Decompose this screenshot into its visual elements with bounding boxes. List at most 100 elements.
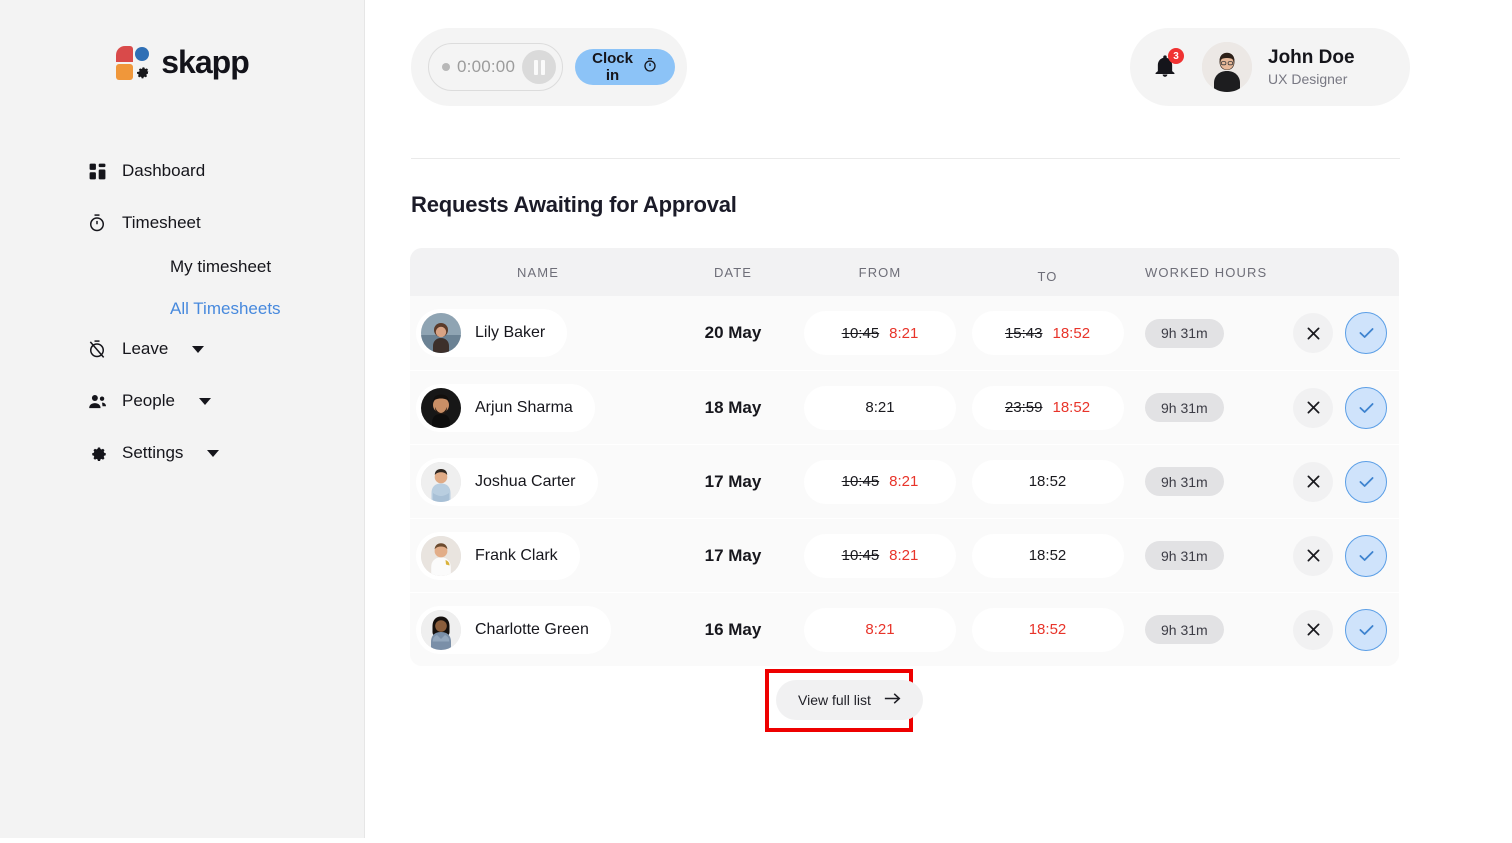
- time-edited: 8:21: [865, 621, 894, 638]
- sidebar-item-dashboard[interactable]: Dashboard: [0, 150, 365, 192]
- name-cell: Lily Baker: [410, 309, 666, 357]
- time-edited: 18:52: [1053, 325, 1091, 342]
- employee-pill[interactable]: Joshua Carter: [416, 458, 598, 506]
- time-original: 15:43: [1005, 325, 1043, 342]
- avatar: [421, 536, 461, 576]
- notification-badge: 3: [1168, 48, 1184, 64]
- stopwatch-icon: [86, 212, 108, 234]
- gear-icon: [86, 442, 108, 464]
- actions-cell: [1281, 535, 1399, 577]
- to-cell: 15:43 18:52: [960, 311, 1135, 355]
- from-time-pill[interactable]: 10:458:21: [804, 460, 956, 504]
- avatar: [421, 388, 461, 428]
- timer-off-icon: [86, 338, 108, 360]
- from-cell: 10:458:21: [800, 534, 960, 578]
- approve-button[interactable]: [1345, 387, 1387, 429]
- table-row[interactable]: Lily Baker 20 May 10:458:21 15:43 18:52 9…: [410, 296, 1399, 370]
- sidebar-item-my-timesheet[interactable]: My timesheet: [0, 248, 365, 286]
- reject-button[interactable]: [1293, 610, 1333, 650]
- request-date: 18 May: [705, 398, 762, 418]
- approve-button[interactable]: [1345, 535, 1387, 577]
- request-date: 20 May: [705, 323, 762, 343]
- to-time-pill[interactable]: 23:59 18:52: [972, 386, 1124, 430]
- view-full-list-button[interactable]: View full list: [776, 680, 923, 720]
- reject-button[interactable]: [1293, 536, 1333, 576]
- sidebar-item-all-timesheets[interactable]: All Timesheets: [0, 290, 365, 328]
- brand-logo[interactable]: skapp: [0, 44, 365, 81]
- from-time-pill[interactable]: 10:458:21: [804, 311, 956, 355]
- brand-name: skapp: [161, 44, 248, 81]
- employee-pill[interactable]: Arjun Sharma: [416, 384, 595, 432]
- worked-hours-cell: 9h 31m: [1135, 541, 1281, 570]
- to-cell: 18:52: [960, 608, 1135, 652]
- table-header-row: NAME DATE FROM TO WORKED HOURS: [410, 248, 1399, 296]
- request-date: 17 May: [705, 472, 762, 492]
- chevron-down-icon[interactable]: [199, 398, 211, 405]
- avatar[interactable]: [1202, 42, 1252, 92]
- actions-cell: [1281, 461, 1399, 503]
- top-bar: 0:00:00 Clock in 3: [411, 28, 1410, 106]
- to-time-pill[interactable]: 18:52: [972, 534, 1124, 578]
- actions-cell: [1281, 387, 1399, 429]
- from-time-pill[interactable]: 10:458:21: [804, 534, 956, 578]
- to-cell: 18:52: [960, 460, 1135, 504]
- main-content: 0:00:00 Clock in 3: [365, 0, 1512, 843]
- skapp-logo-icon: [116, 46, 152, 80]
- reject-button[interactable]: [1293, 462, 1333, 502]
- worked-hours-badge: 9h 31m: [1145, 615, 1224, 644]
- sidebar-item-leave[interactable]: Leave: [0, 328, 365, 370]
- page-title: Requests Awaiting for Approval: [411, 192, 737, 218]
- date-cell: 20 May: [666, 323, 800, 343]
- table-row[interactable]: Arjun Sharma 18 May 8:21 23:5918:52 9h 3…: [410, 370, 1399, 444]
- sidebar-item-people[interactable]: People: [0, 380, 365, 422]
- timer-value: 0:00:00: [457, 57, 515, 77]
- table-row[interactable]: Frank Clark 17 May 10:458:21 18:52 9h 31…: [410, 518, 1399, 592]
- avatar: [421, 610, 461, 650]
- time-value: 8:21: [865, 399, 894, 416]
- time-original: 10:45: [842, 325, 880, 342]
- sidebar-subitem-label: All Timesheets: [170, 299, 281, 319]
- from-time-pill[interactable]: 8:21: [804, 386, 956, 430]
- reject-button[interactable]: [1293, 313, 1333, 353]
- to-time-pill[interactable]: 15:43 18:52: [972, 311, 1124, 355]
- table-row[interactable]: Joshua Carter 17 May 10:458:21 18:52 9h …: [410, 444, 1399, 518]
- time-original: 23:59: [1005, 399, 1043, 416]
- dashboard-icon: [86, 160, 108, 182]
- employee-pill[interactable]: Charlotte Green: [416, 606, 611, 654]
- sidebar-item-label: People: [122, 391, 175, 411]
- view-full-list-label: View full list: [798, 692, 871, 708]
- name-cell: Charlotte Green: [410, 606, 666, 654]
- employee-pill[interactable]: Frank Clark: [416, 532, 580, 580]
- time-value: 18:52: [1029, 547, 1067, 564]
- from-cell: 10:458:21: [800, 460, 960, 504]
- from-cell: 10:458:21: [800, 311, 960, 355]
- clock-in-label: Clock in: [592, 50, 633, 84]
- sidebar-item-timesheet[interactable]: Timesheet: [0, 202, 365, 244]
- employee-pill[interactable]: Lily Baker: [416, 309, 567, 357]
- name-cell: Frank Clark: [410, 532, 666, 580]
- approval-requests-table: NAME DATE FROM TO WORKED HOURS Lily Bake…: [410, 248, 1399, 666]
- to-time-pill[interactable]: 18:52: [972, 460, 1124, 504]
- worked-hours-badge: 9h 31m: [1145, 319, 1224, 348]
- time-edited: 18:52: [1053, 399, 1091, 416]
- reject-button[interactable]: [1293, 388, 1333, 428]
- name-cell: Joshua Carter: [410, 458, 666, 506]
- chevron-down-icon[interactable]: [207, 450, 219, 457]
- clock-in-button[interactable]: Clock in: [575, 49, 675, 85]
- table-row[interactable]: Charlotte Green 16 May 8:21 18:52 9h 31m: [410, 592, 1399, 666]
- arrow-right-icon: [884, 692, 901, 708]
- date-cell: 16 May: [666, 620, 800, 640]
- approve-button[interactable]: [1345, 609, 1387, 651]
- to-time-pill[interactable]: 18:52: [972, 608, 1124, 652]
- sidebar-item-settings[interactable]: Settings: [0, 432, 365, 474]
- user-role: UX Designer: [1268, 70, 1355, 88]
- approve-button[interactable]: [1345, 312, 1387, 354]
- approve-button[interactable]: [1345, 461, 1387, 503]
- from-cell: 8:21: [800, 386, 960, 430]
- from-time-pill[interactable]: 8:21: [804, 608, 956, 652]
- pause-button[interactable]: [522, 50, 556, 84]
- chevron-down-icon[interactable]: [192, 346, 204, 353]
- time-edited: 8:21: [889, 473, 918, 490]
- bell-icon[interactable]: 3: [1152, 53, 1178, 81]
- name-cell: Arjun Sharma: [410, 384, 666, 432]
